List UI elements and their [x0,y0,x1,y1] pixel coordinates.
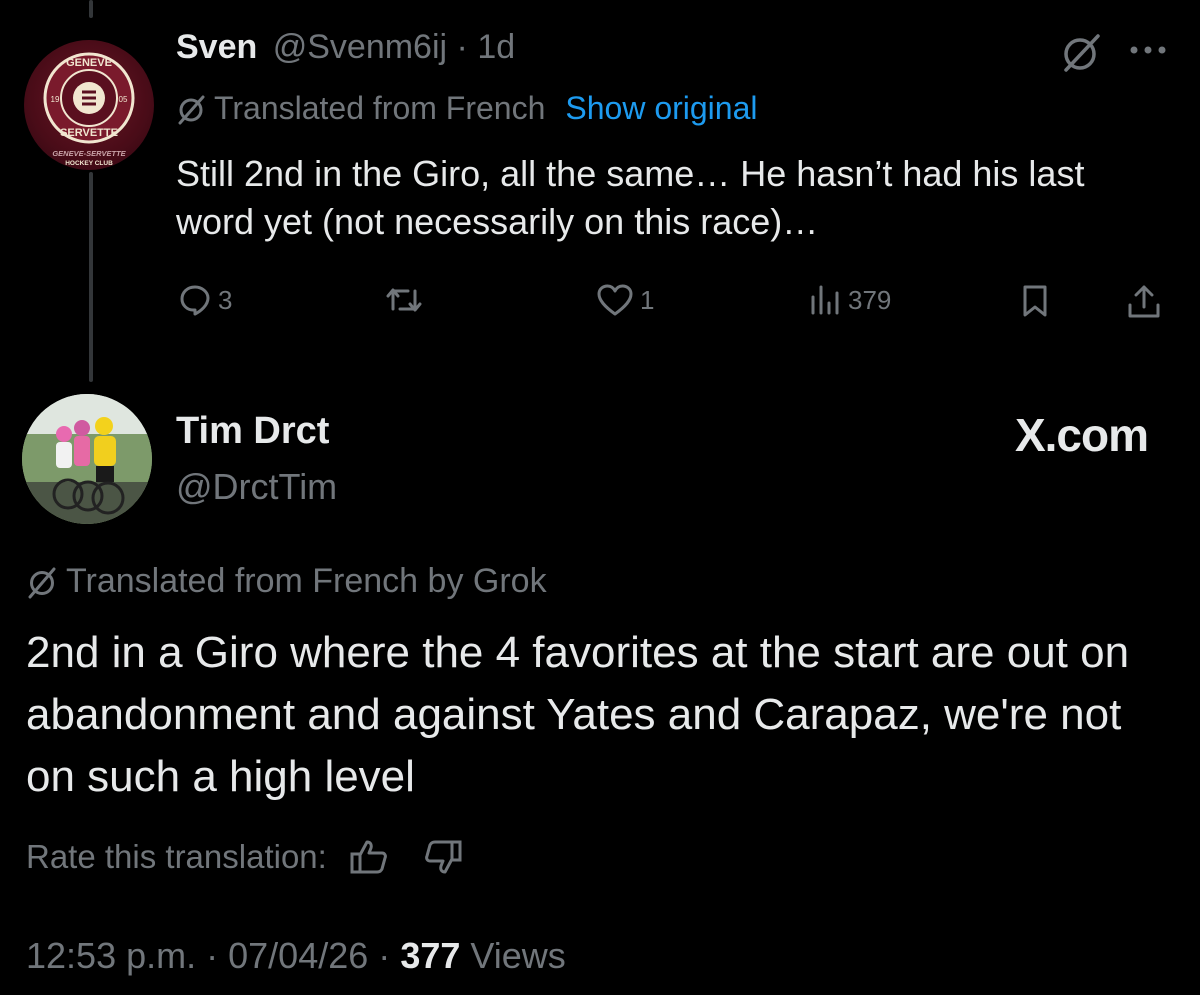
logo-year-right: 05 [119,95,128,104]
retweet-icon [384,283,424,317]
translated-label: Translated from French by Grok [66,562,547,600]
thread-line-top [89,0,93,18]
thumbs-down-icon[interactable] [423,838,463,876]
rate-translation: Rate this translation: [26,838,463,876]
reply-text: Still 2nd in the Giro, all the same… He … [176,153,1085,242]
translate-icon [26,565,58,599]
tweet-text: 2nd in a Giro where the 4 favorites at t… [26,628,1130,801]
logo-top-text: GENEVE [66,57,112,69]
bookmark-icon [1020,283,1050,319]
xcom-watermark: X.com [1014,409,1149,461]
author-name[interactable]: Sven [176,28,257,66]
more-icon[interactable] [1128,44,1168,56]
show-original-link[interactable]: Show original [565,90,757,127]
like-icon [596,283,634,317]
cyclists-photo [22,394,152,524]
timestamp[interactable]: 1d [477,28,515,66]
author-name[interactable]: Tim Drct [176,410,329,453]
logo-club-line2: HOCKEY CLUB [65,160,113,167]
grok-icon[interactable] [1060,30,1104,74]
tweet-date[interactable]: 07/04/26 [228,935,368,976]
tweet-meta: 12:53 p.m. · 07/04/26 · 377 Views [26,935,566,977]
logo-club-line1: GENEVE-SERVETTE [52,149,126,158]
bookmark-button[interactable] [1020,283,1050,319]
thread-line-bottom [89,172,93,382]
logo-year-left: 19 [51,95,60,104]
reply-count: 3 [218,284,233,315]
separator: · [206,935,219,976]
views-count: 379 [848,284,892,315]
views-button[interactable]: 379 [808,283,891,317]
avatar[interactable]: GENEVE SERVETTE 19 05 GENEVE-SERVETTE HO… [24,40,154,170]
separator: · [456,28,468,66]
like-button[interactable]: 1 [596,283,654,317]
thumbs-up-icon[interactable] [349,838,389,876]
geneve-servette-logo: GENEVE SERVETTE 19 05 GENEVE-SERVETTE HO… [43,52,135,167]
rate-label: Rate this translation: [26,838,327,875]
translation-notice: Translated from French by Grok [26,562,547,601]
retweet-button[interactable] [384,283,424,317]
logo-bottom-text: SERVETTE [60,127,118,139]
views-icon [808,283,842,317]
translated-label: Translated from French [214,90,546,126]
avatar[interactable] [22,394,152,524]
views-count: 377 [400,935,461,976]
views-label: Views [470,935,566,976]
like-count: 1 [640,284,655,315]
reply-button[interactable]: 3 [178,283,232,317]
separator: · [378,935,391,976]
translation-notice: Translated from French Show original [176,90,757,127]
reply-icon [178,283,212,317]
reply-header: Sven @Svenm6ij · 1d [176,28,515,67]
tweet-time[interactable]: 12:53 p.m. [26,935,196,976]
translate-icon [176,93,206,125]
author-handle[interactable]: @DrctTim [176,466,337,508]
share-icon [1126,283,1162,321]
share-button[interactable] [1126,283,1162,321]
author-handle[interactable]: @Svenm6ij [273,28,447,66]
